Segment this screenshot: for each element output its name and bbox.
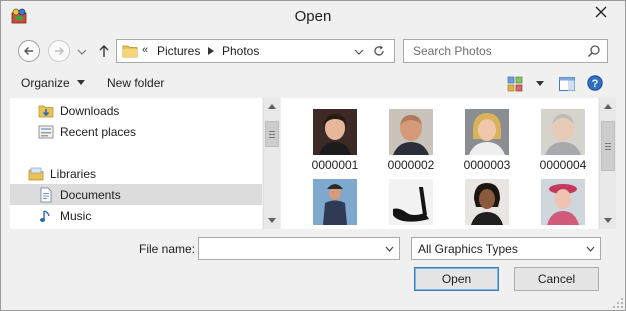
file-type-value: All Graphics Types [418, 242, 518, 256]
file-item[interactable] [449, 170, 525, 229]
sidebar-item-music[interactable]: Music [10, 205, 262, 226]
scroll-up-icon[interactable] [600, 98, 616, 115]
libraries-icon [28, 167, 44, 180]
photo-thumbnail-icon [541, 179, 585, 225]
organize-button[interactable]: Organize [15, 74, 91, 92]
breadcrumb-pictures[interactable]: Pictures [157, 44, 200, 58]
file-name-label: File name: [139, 242, 196, 256]
forward-button[interactable] [48, 40, 70, 62]
scroll-down-icon[interactable] [264, 212, 280, 229]
photo-thumbnail-icon [541, 109, 585, 155]
recent-places-icon [38, 125, 54, 138]
file-item[interactable]: 0000002 [373, 100, 449, 172]
photo-thumbnail-icon [313, 179, 357, 225]
organize-label: Organize [21, 76, 70, 90]
forward-arrow-icon [55, 47, 64, 55]
downloads-folder-icon [38, 105, 54, 117]
breadcrumb-overflow[interactable]: « [142, 44, 148, 56]
title-bar: Open [1, 1, 625, 32]
sidebar-item-label: Libraries [50, 166, 97, 181]
documents-icon [40, 187, 52, 202]
file-item[interactable] [297, 170, 373, 229]
navigation-pane: Downloads Recent places Libraries Docume… [10, 98, 262, 229]
back-button[interactable] [18, 40, 40, 62]
photo-thumbnail-icon [389, 179, 433, 225]
scroll-up-icon[interactable] [264, 98, 280, 115]
search-input[interactable]: Search Photos [403, 39, 608, 63]
sidebar-item-label: Downloads [60, 103, 120, 118]
sidebar-item-label: Documents [60, 187, 121, 202]
photo-thumbnail-icon [465, 179, 509, 225]
photo-thumbnail-icon [465, 109, 509, 155]
scrollbar-thumb[interactable] [265, 121, 279, 147]
photo-thumbnail-icon [389, 109, 433, 155]
scrollbar-thumb[interactable] [601, 121, 615, 171]
help-icon[interactable]: ? [587, 75, 603, 91]
file-item[interactable]: 0000004 [525, 100, 598, 172]
close-button[interactable] [585, 1, 617, 23]
back-arrow-icon [24, 47, 33, 55]
file-list: 0000001 0000002 0000003 0000004 [281, 98, 598, 229]
up-button[interactable] [96, 42, 112, 60]
search-icon[interactable] [587, 44, 601, 58]
refresh-icon[interactable] [372, 44, 386, 58]
change-view-icon[interactable] [507, 76, 523, 92]
music-icon [40, 209, 50, 222]
command-toolbar: Organize New folder ? [1, 68, 625, 98]
folder-icon [122, 45, 138, 58]
file-type-select[interactable]: All Graphics Types [411, 237, 601, 260]
sidebar-item-recent-places[interactable]: Recent places [10, 121, 262, 142]
breadcrumb-photos[interactable]: Photos [222, 44, 259, 58]
open-dialog: Open « Pictures Photos Search Photos Org… [0, 0, 626, 311]
view-options-dropdown-icon[interactable] [536, 81, 544, 87]
file-item[interactable] [525, 170, 598, 229]
breadcrumb-separator-icon[interactable] [208, 47, 214, 55]
sidebar-item-documents[interactable]: Documents [10, 184, 262, 205]
file-item[interactable] [373, 170, 449, 229]
search-placeholder: Search Photos [413, 44, 492, 58]
scroll-down-icon[interactable] [600, 212, 616, 229]
file-list-scrollbar[interactable] [599, 98, 616, 229]
address-bar[interactable]: « Pictures Photos [116, 39, 395, 63]
resize-grip-icon[interactable] [613, 298, 623, 308]
file-item[interactable]: 0000003 [449, 100, 525, 172]
sidebar-item-libraries[interactable]: Libraries [10, 163, 262, 184]
file-item[interactable]: 0000001 [297, 100, 373, 172]
chevron-down-icon[interactable] [586, 246, 595, 252]
chevron-down-icon [76, 80, 85, 85]
new-folder-button[interactable]: New folder [101, 74, 170, 92]
navigation-bar: « Pictures Photos Search Photos [1, 32, 625, 66]
cancel-button[interactable]: Cancel [514, 267, 599, 291]
sidebar-item-label: Music [60, 208, 92, 223]
open-button[interactable]: Open [414, 267, 499, 291]
sidebar-item-downloads[interactable]: Downloads [10, 100, 262, 121]
close-icon [595, 6, 607, 18]
sidebar-item-label: Recent places [60, 124, 137, 139]
svg-text:?: ? [592, 78, 599, 90]
photo-thumbnail-icon [313, 109, 357, 155]
preview-pane-icon[interactable] [559, 76, 575, 92]
up-arrow-icon [99, 45, 109, 57]
navigation-pane-scrollbar[interactable] [263, 98, 280, 229]
recent-locations-dropdown-icon[interactable] [77, 48, 87, 56]
chevron-down-icon[interactable] [385, 246, 394, 252]
window-title: Open [294, 8, 332, 25]
address-dropdown-icon[interactable] [354, 49, 364, 55]
file-name-field[interactable] [198, 237, 400, 260]
